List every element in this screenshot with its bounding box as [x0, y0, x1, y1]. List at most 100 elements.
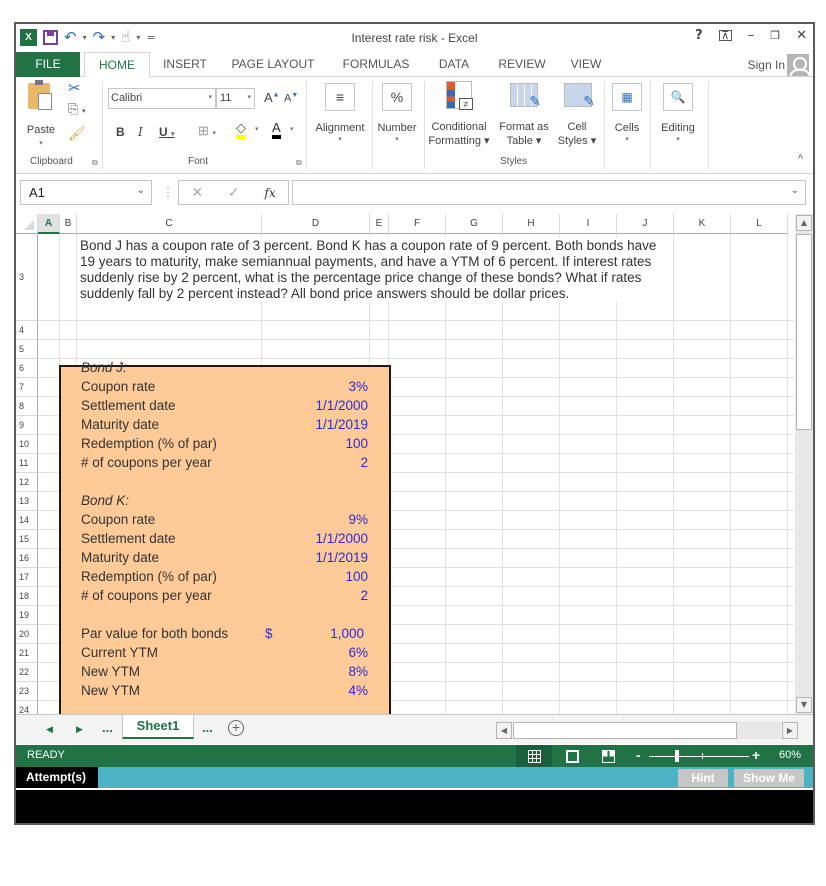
bond-j-label[interactable]: Maturity date: [81, 415, 159, 434]
row-header-5[interactable]: 5: [16, 340, 38, 359]
bond-k-label[interactable]: Maturity date: [81, 548, 159, 567]
row-header-9[interactable]: 9: [16, 416, 38, 435]
row-header-20[interactable]: 20: [16, 625, 38, 644]
row-header-21[interactable]: 21: [16, 644, 38, 663]
row-header-22[interactable]: 22: [16, 663, 38, 682]
tab-review[interactable]: REVIEW: [494, 52, 550, 77]
row-header-14[interactable]: 14: [16, 511, 38, 530]
font-size-dropdown[interactable]: 11 ▾: [216, 88, 255, 109]
enter-icon[interactable]: ✓: [228, 184, 240, 201]
scroll-right-icon[interactable]: ▶: [782, 722, 798, 739]
more-sheets-left[interactable]: ...: [102, 720, 113, 735]
worksheet-grid[interactable]: ABCDEFGHIJKL 3 4 5 6 7 8 9 10 11 12 13 14 15 16 17 18 19…: [16, 214, 794, 714]
row-header-10[interactable]: 10: [16, 435, 38, 454]
column-header-i[interactable]: I: [560, 214, 617, 234]
horizontal-scroll-thumb[interactable]: [513, 722, 737, 739]
cell-styles-button[interactable]: ✎ Cell Styles ▾: [552, 79, 602, 151]
row-header-16[interactable]: 16: [16, 549, 38, 568]
insert-function-icon[interactable]: fx: [264, 186, 275, 200]
editing-button[interactable]: 🔍 Editing ▾: [654, 81, 702, 151]
zoom-slider[interactable]: [649, 756, 749, 757]
bond-j-value[interactable]: 2: [360, 453, 368, 472]
bond-j-value[interactable]: 100: [345, 434, 368, 453]
next-sheet-icon[interactable]: ▶: [76, 724, 83, 735]
bold-button[interactable]: B: [116, 125, 125, 139]
underline-button[interactable]: U ▾: [159, 125, 175, 139]
hint-button[interactable]: Hint: [678, 769, 728, 787]
restore-icon[interactable]: ❐: [770, 29, 780, 42]
sheet-tab-sheet1[interactable]: Sheet1: [122, 715, 194, 739]
column-header-l[interactable]: L: [731, 214, 788, 234]
row-header-19[interactable]: 19: [16, 606, 38, 625]
bond-k-value[interactable]: 2: [360, 586, 368, 605]
row-header-15[interactable]: 15: [16, 530, 38, 549]
bond-k-label[interactable]: Coupon rate: [81, 510, 155, 529]
prev-sheet-icon[interactable]: ◀: [46, 724, 53, 735]
name-box[interactable]: A1 ⌄: [20, 180, 152, 205]
fill-color-icon[interactable]: ◇: [236, 121, 246, 139]
zoom-in-button[interactable]: +: [752, 747, 760, 763]
ytm-label[interactable]: New YTM: [81, 662, 140, 681]
format-painter-icon[interactable]: 🖌: [68, 125, 86, 142]
row-header-3[interactable]: 3: [16, 234, 38, 321]
alignment-button[interactable]: ≡ Alignment ▾: [310, 81, 370, 151]
cut-icon[interactable]: ✂: [68, 79, 81, 97]
font-color-icon[interactable]: A: [272, 121, 281, 139]
bond-k-label[interactable]: Redemption (% of par): [81, 567, 217, 586]
column-header-f[interactable]: F: [389, 214, 446, 234]
bond-j-label[interactable]: Coupon rate: [81, 377, 155, 396]
format-as-table-button[interactable]: ✎ Format as Table ▾: [496, 79, 552, 151]
column-header-j[interactable]: J: [617, 214, 674, 234]
column-header-d[interactable]: D: [262, 214, 370, 234]
bond-j-label[interactable]: Settlement date: [81, 396, 176, 415]
ribbon-display-options-icon[interactable]: ⊼: [718, 30, 732, 41]
vertical-scrollbar[interactable]: ▲ ▼: [795, 214, 813, 714]
minimize-icon[interactable]: –: [748, 28, 755, 43]
bond-k-value[interactable]: 100: [345, 567, 368, 586]
column-header-a[interactable]: A: [38, 214, 60, 234]
font-name-dropdown[interactable]: Calibri ▾: [108, 88, 216, 109]
tab-insert[interactable]: INSERT: [154, 52, 216, 77]
number-button[interactable]: % Number ▾: [374, 81, 420, 151]
chevron-down-icon[interactable]: ⌄: [137, 185, 145, 196]
collapse-ribbon-icon[interactable]: ^: [798, 153, 803, 165]
close-icon[interactable]: ✕: [796, 28, 807, 43]
bond-j-value[interactable]: 3%: [348, 377, 368, 396]
conditional-formatting-button[interactable]: ≠ Conditional Formatting ▾: [426, 79, 492, 151]
grow-font-icon[interactable]: A▲: [264, 90, 280, 105]
scroll-left-icon[interactable]: ◀: [496, 722, 512, 739]
fill-color-dropdown-icon[interactable]: ▾: [255, 125, 259, 133]
row-header-18[interactable]: 18: [16, 587, 38, 606]
bond-k-label[interactable]: Settlement date: [81, 529, 176, 548]
ytm-value[interactable]: 4%: [348, 681, 368, 700]
clipboard-launcher-icon[interactable]: ⧉: [92, 158, 98, 168]
sign-in[interactable]: Sign In: [748, 52, 809, 77]
row-header-4[interactable]: 4: [16, 321, 38, 340]
copy-icon[interactable]: ⎘ ▾: [68, 101, 86, 117]
zoom-out-button[interactable]: -: [636, 747, 641, 763]
bond-j-value[interactable]: 1/1/2000: [315, 396, 368, 415]
row-header-11[interactable]: 11: [16, 454, 38, 473]
horizontal-scroll-track[interactable]: [737, 722, 781, 739]
problem-text-cell[interactable]: Bond J has a coupon rate of 3 percent. B…: [80, 238, 670, 302]
row-header-23[interactable]: 23: [16, 682, 38, 701]
normal-view-button[interactable]: [516, 745, 552, 767]
cells-button[interactable]: ▦ Cells ▾: [608, 81, 646, 151]
italic-button[interactable]: I: [138, 125, 143, 139]
par-value[interactable]: 1,000: [330, 624, 364, 643]
bond-j-heading[interactable]: Bond J:: [81, 358, 127, 377]
row-header-8[interactable]: 8: [16, 397, 38, 416]
font-color-dropdown-icon[interactable]: ▾: [290, 125, 294, 133]
cancel-icon[interactable]: ✕: [191, 184, 203, 201]
row-header-6[interactable]: 6: [16, 359, 38, 378]
row-header-7[interactable]: 7: [16, 378, 38, 397]
row-header-24[interactable]: 24: [16, 701, 38, 714]
tab-data[interactable]: DATA: [432, 52, 476, 77]
bond-k-value[interactable]: 1/1/2000: [315, 529, 368, 548]
bond-j-label[interactable]: # of coupons per year: [81, 453, 212, 472]
bond-j-label[interactable]: Redemption (% of par): [81, 434, 217, 453]
page-layout-view-button[interactable]: [554, 745, 590, 767]
paste-button[interactable]: Paste ▾: [24, 80, 58, 147]
column-header-b[interactable]: B: [60, 214, 77, 234]
column-header-g[interactable]: G: [446, 214, 503, 234]
